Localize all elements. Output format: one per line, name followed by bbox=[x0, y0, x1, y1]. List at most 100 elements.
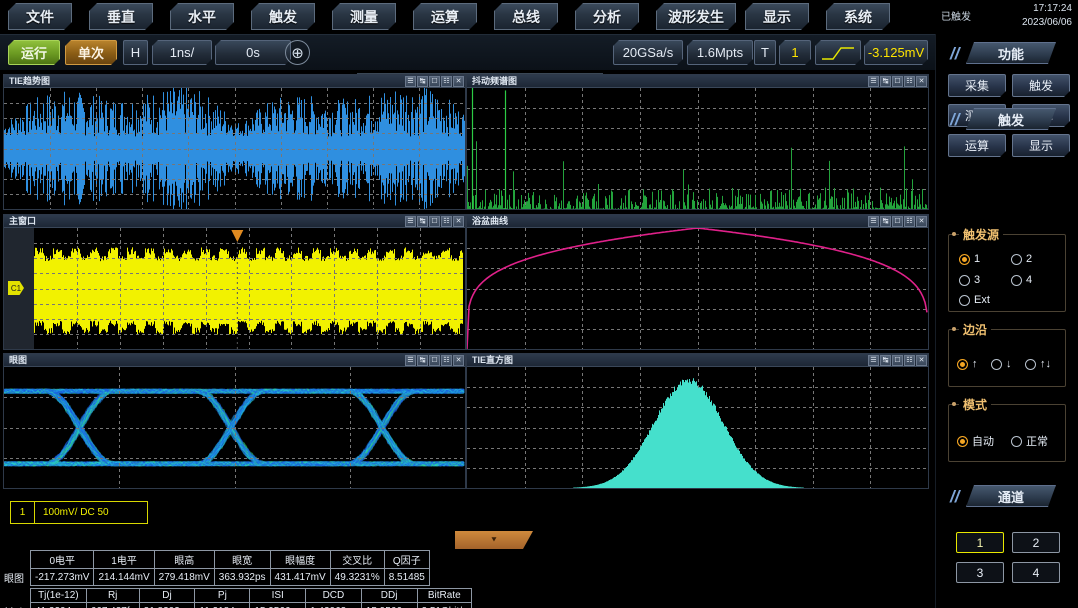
panel-btn-list-icon[interactable]: ☷ bbox=[441, 76, 452, 87]
panel-drag-handle[interactable]: ⯆ bbox=[455, 531, 533, 549]
trigger-source-option-1[interactable]: 1 bbox=[959, 253, 980, 265]
channel-button-1[interactable]: 1 bbox=[956, 532, 1004, 553]
trigger-mode-option-auto[interactable]: 自动 bbox=[957, 433, 994, 449]
panel-btn-restore-icon[interactable]: ☐ bbox=[892, 355, 903, 366]
panel-btn-collapse-icon[interactable]: ☰ bbox=[868, 216, 879, 227]
trigger-source-field[interactable]: 1 bbox=[779, 40, 811, 65]
trigger-source-option-2[interactable]: 2 bbox=[1011, 253, 1032, 265]
panel-btn-list-icon[interactable]: ☷ bbox=[904, 355, 915, 366]
trigger-edge-option-both[interactable]: ↑↓ bbox=[1025, 358, 1051, 370]
panel-btn-collapse-icon[interactable]: ☰ bbox=[405, 76, 416, 87]
menu-item-1[interactable]: 水平 bbox=[170, 3, 234, 30]
panel-btn-restore-icon[interactable]: ☐ bbox=[892, 76, 903, 87]
panel-btn-expand-icon[interactable]: ↹ bbox=[417, 76, 428, 87]
panel-btn-collapse-icon[interactable]: ☰ bbox=[868, 355, 879, 366]
function-button-display[interactable]: 显示 bbox=[1012, 134, 1070, 157]
trigger-edge-option-rising[interactable]: ↑ bbox=[957, 358, 978, 370]
menu-item-10[interactable]: 系统 bbox=[826, 3, 890, 30]
menu-item-9[interactable]: 显示 bbox=[745, 3, 809, 30]
panel-btn-collapse-icon[interactable]: ☰ bbox=[405, 216, 416, 227]
sample-rate-field[interactable]: 20GSa/s bbox=[613, 40, 683, 65]
panel-title-text: TIE趋势图 bbox=[9, 76, 51, 86]
channel-button-3[interactable]: 3 bbox=[956, 562, 1004, 583]
panel-btn-collapse-icon[interactable]: ☰ bbox=[405, 355, 416, 366]
zoom-in-icon[interactable]: ⊕ bbox=[285, 40, 310, 65]
trigger-icon[interactable]: T bbox=[754, 40, 776, 65]
horizontal-icon[interactable]: H bbox=[123, 40, 148, 65]
panel-btn-close-icon[interactable]: ✕ bbox=[453, 355, 464, 366]
trigger-source-group: 触发源 1 2 3 4 Ext bbox=[948, 226, 1066, 312]
memory-depth-field[interactable]: 1.6Mpts bbox=[687, 40, 753, 65]
eye-diagram-plot bbox=[4, 367, 465, 488]
table-cell: 2.51Gbit/s bbox=[416, 602, 473, 608]
panel-body-eye_diagram[interactable] bbox=[4, 367, 465, 488]
right-sidebar: // 功能 采集 触发 测量 光标 运算 显示 // 触发 触发源 1 bbox=[935, 34, 1078, 608]
panel-body-jitter_spectrum[interactable] bbox=[467, 88, 928, 209]
panel-btn-close-icon[interactable]: ✕ bbox=[916, 355, 927, 366]
menu-item-7[interactable]: 分析 bbox=[575, 3, 639, 30]
panel-btn-close-icon[interactable]: ✕ bbox=[916, 216, 927, 227]
table-cell: 1.42063ps bbox=[305, 602, 362, 608]
panel-btn-list-icon[interactable]: ☷ bbox=[904, 216, 915, 227]
channel-badge[interactable]: 1 100mV/ DC 50 bbox=[10, 501, 148, 524]
panel-btn-close-icon[interactable]: ✕ bbox=[453, 216, 464, 227]
rising-edge-glyph bbox=[821, 45, 855, 61]
panel-jitter_spectrum: 抖动频谱图 ☰ ↹ ☐ ☷ ✕ bbox=[466, 74, 929, 210]
panel-btn-collapse-icon[interactable]: ☰ bbox=[868, 76, 879, 87]
radio-label: Ext bbox=[974, 294, 990, 306]
panel-btn-expand-icon[interactable]: ↹ bbox=[880, 355, 891, 366]
timebase-field[interactable]: 1ns/ bbox=[152, 40, 212, 65]
trigger-source-option-3[interactable]: 3 bbox=[959, 274, 980, 286]
channel-button-4[interactable]: 4 bbox=[1012, 562, 1060, 583]
panel-btn-restore-icon[interactable]: ☐ bbox=[892, 216, 903, 227]
panel-btn-restore-icon[interactable]: ☐ bbox=[429, 355, 440, 366]
radio-icon bbox=[991, 358, 1002, 370]
trigger-edge-option-falling[interactable]: ↓ bbox=[991, 358, 1012, 370]
trigger-level-field[interactable]: -3.125mV bbox=[864, 40, 928, 65]
menu-item-6[interactable]: 总线 bbox=[494, 3, 558, 30]
panel-btn-restore-icon[interactable]: ☐ bbox=[429, 76, 440, 87]
run-button[interactable]: 运行 bbox=[8, 40, 60, 65]
panel-btn-close-icon[interactable]: ✕ bbox=[916, 76, 927, 87]
function-button-acquire[interactable]: 采集 bbox=[948, 74, 1006, 97]
single-button[interactable]: 单次 bbox=[65, 40, 117, 65]
group-dot-icon bbox=[952, 327, 956, 331]
delay-field[interactable]: 0s bbox=[215, 40, 291, 65]
trigger-edge-icon[interactable] bbox=[815, 40, 861, 65]
panel-btn-list-icon[interactable]: ☷ bbox=[441, 216, 452, 227]
trigger-mode-option-normal[interactable]: 正常 bbox=[1011, 433, 1048, 449]
panel-btn-close-icon[interactable]: ✕ bbox=[453, 76, 464, 87]
radio-icon bbox=[1011, 253, 1022, 265]
channel-badge-number: 1 bbox=[11, 502, 35, 523]
function-button-trigger[interactable]: 触发 bbox=[1012, 74, 1070, 97]
function-button-math[interactable]: 运算 bbox=[948, 134, 1006, 157]
menu-item-5[interactable]: 运算 bbox=[413, 3, 477, 30]
menu-item-0[interactable]: 文件 bbox=[8, 3, 72, 30]
menu-item-2[interactable]: 垂直 bbox=[89, 3, 153, 30]
channel-button-2[interactable]: 2 bbox=[1012, 532, 1060, 553]
panel-btn-list-icon[interactable]: ☷ bbox=[904, 76, 915, 87]
panel-body-main_window[interactable] bbox=[4, 228, 465, 349]
panel-btn-expand-icon[interactable]: ↹ bbox=[880, 216, 891, 227]
trigger-source-option-ext[interactable]: Ext bbox=[959, 294, 990, 306]
panel-btn-list-icon[interactable]: ☷ bbox=[441, 355, 452, 366]
trigger-source-option-4[interactable]: 4 bbox=[1011, 274, 1032, 286]
panel-btn-expand-icon[interactable]: ↹ bbox=[417, 216, 428, 227]
trigger-status-text: 已触发 bbox=[941, 12, 971, 23]
radio-icon bbox=[1011, 274, 1022, 286]
table-header-cell: 1电平 bbox=[93, 550, 155, 569]
panel-btn-expand-icon[interactable]: ↹ bbox=[417, 355, 428, 366]
trigger-section-header: // 触发 bbox=[944, 108, 1070, 132]
group-dot-icon bbox=[952, 232, 956, 236]
panel-body-tie_trend[interactable] bbox=[4, 88, 465, 209]
table-cell: 279.418mV bbox=[153, 568, 215, 586]
panel-body-tie_histogram[interactable] bbox=[467, 367, 928, 488]
panel-btn-restore-icon[interactable]: ☐ bbox=[429, 216, 440, 227]
radio-icon bbox=[1011, 435, 1022, 447]
menu-item-8[interactable]: 波形发生 bbox=[656, 3, 736, 30]
table-cell: 214.144mV bbox=[93, 568, 155, 586]
panel-body-bathtub[interactable] bbox=[467, 228, 928, 349]
menu-item-3[interactable]: 触发 bbox=[251, 3, 315, 30]
panel-btn-expand-icon[interactable]: ↹ bbox=[880, 76, 891, 87]
menu-item-4[interactable]: 测量 bbox=[332, 3, 396, 30]
